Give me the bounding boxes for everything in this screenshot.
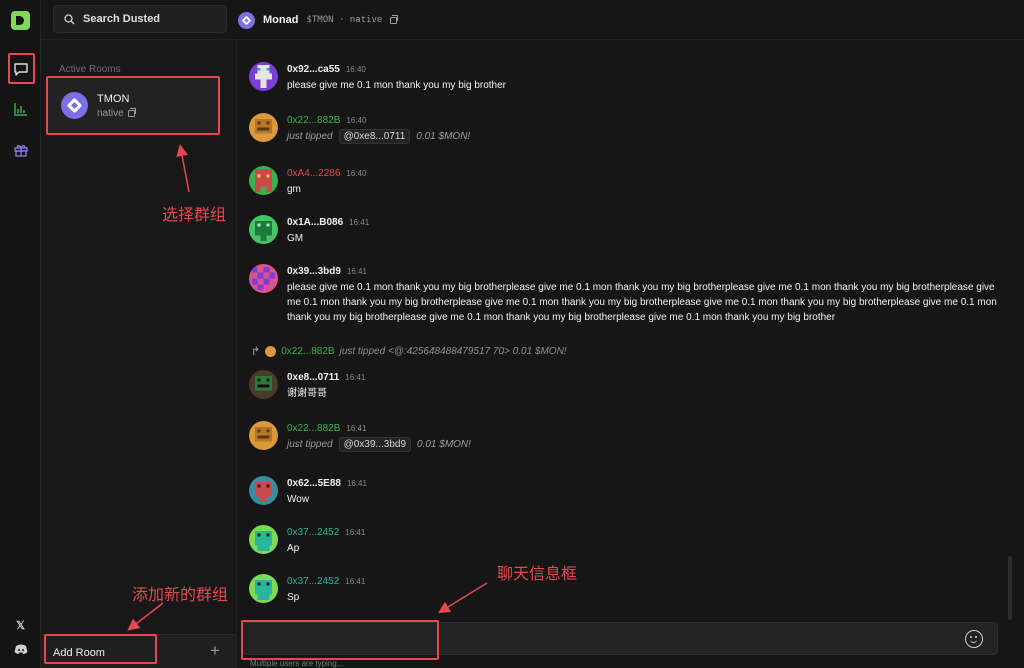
message-text: Ap <box>287 543 300 554</box>
message-author[interactable]: 0x22...882B <box>287 423 340 434</box>
message-time: 16:41 <box>345 577 366 586</box>
app-logo[interactable] <box>11 11 30 30</box>
tip-recipient[interactable]: @0xe8...0711 <box>338 129 411 144</box>
tip-prefix: just tipped <box>287 131 333 142</box>
message-time: 16:40 <box>346 169 367 178</box>
message-author[interactable]: 0xA4...2286 <box>287 168 340 179</box>
room-header-name: Monad <box>263 14 299 26</box>
discord-icon[interactable] <box>13 642 28 657</box>
annotation-box-add-room <box>44 634 157 664</box>
reply-arrow-icon: ↱ <box>251 346 261 358</box>
annotation-box-room <box>46 76 220 135</box>
tip-recipient[interactable]: @0x39...3bd9 <box>338 437 412 452</box>
annotation-box-chat <box>8 53 35 84</box>
tip-amount: 0.01 $MON! <box>417 439 471 450</box>
annotation-add-group: 添加新的群组 <box>132 587 229 604</box>
avatar <box>249 574 278 603</box>
message-text: Sp <box>287 592 300 603</box>
avatar <box>249 62 278 91</box>
reply-reference[interactable]: ↱ 0x22...882B just tipped <@:42564848847… <box>251 345 567 358</box>
message-time: 16:41 <box>345 528 366 537</box>
message-text: GM <box>287 233 304 244</box>
annotation-select-group: 选择群组 <box>162 207 227 224</box>
avatar <box>249 525 278 554</box>
reply-text: just tipped <@:425648488479517 70> 0.01 … <box>339 346 567 357</box>
avatar <box>249 215 278 244</box>
search-icon <box>64 13 75 24</box>
message-author[interactable]: 0x92...ca55 <box>287 64 340 75</box>
message-author[interactable]: 0x1A...B086 <box>287 217 343 228</box>
message-author[interactable]: 0xe8...0711 <box>287 372 339 383</box>
message-text: gm <box>287 184 301 195</box>
chart-icon[interactable] <box>10 98 32 120</box>
message-time: 16:41 <box>346 267 367 276</box>
search-input[interactable]: Search Dusted <box>83 13 160 25</box>
message-time: 16:41 <box>349 218 370 227</box>
message-time: 16:41 <box>346 424 367 433</box>
annotation-box-composer <box>241 620 439 660</box>
avatar <box>249 264 278 293</box>
message-text: Wow <box>287 494 310 505</box>
message-author[interactable]: 0x39...3bd9 <box>287 266 341 277</box>
reply-author[interactable]: 0x22...882B <box>281 346 334 357</box>
current-room-header: Monad $TMON · native <box>238 10 399 30</box>
search-box[interactable]: Search Dusted <box>53 5 227 33</box>
scrollbar[interactable] <box>1008 556 1012 620</box>
message-time: 16:41 <box>345 373 366 382</box>
room-header-ticker: $TMON · native <box>306 15 383 25</box>
avatar <box>249 476 278 505</box>
tip-notice: just tipped @0x39...3bd9 0.01 $MON! <box>287 437 471 452</box>
avatar <box>249 370 278 399</box>
avatar <box>265 346 277 357</box>
message-text: 谢谢哥哥 <box>287 388 327 399</box>
monad-logo-icon <box>238 11 255 29</box>
annotation-chat-box: 聊天信息框 <box>497 566 578 583</box>
emoji-icon[interactable] <box>965 630 983 648</box>
x-icon[interactable]: 𝕏 <box>13 618 28 633</box>
tip-prefix: just tipped <box>287 439 333 450</box>
avatar <box>249 421 278 450</box>
avatar <box>249 166 278 195</box>
gift-icon[interactable] <box>10 139 32 161</box>
message-time: 16:40 <box>345 65 366 74</box>
message-author[interactable]: 0x22...882B <box>287 115 340 126</box>
plus-icon[interactable]: + <box>210 641 220 661</box>
message-list[interactable]: 0x92...ca55 16:40 please give me 0.1 mon … <box>237 40 1024 620</box>
copy-icon[interactable] <box>390 14 399 24</box>
avatar <box>249 113 278 142</box>
message-time: 16:40 <box>346 116 367 125</box>
tip-notice: just tipped @0xe8...0711 0.01 $MON! <box>287 129 470 144</box>
message-text: please give me 0.1 mon thank you my big … <box>287 80 507 91</box>
message-author[interactable]: 0x37...2452 <box>287 527 339 538</box>
rooms-section-title: Active Rooms <box>59 64 121 75</box>
left-rail: 𝕏 <box>0 0 41 668</box>
message-author[interactable]: 0x37...2452 <box>287 576 339 587</box>
message-text: please give me 0.1 mon thank you my big … <box>287 282 997 323</box>
message-author[interactable]: 0x62...5E88 <box>287 478 341 489</box>
typing-indicator: Multiple users are typing... <box>250 659 344 668</box>
message-time: 16:41 <box>346 479 367 488</box>
tip-amount: 0.01 $MON! <box>416 131 471 142</box>
